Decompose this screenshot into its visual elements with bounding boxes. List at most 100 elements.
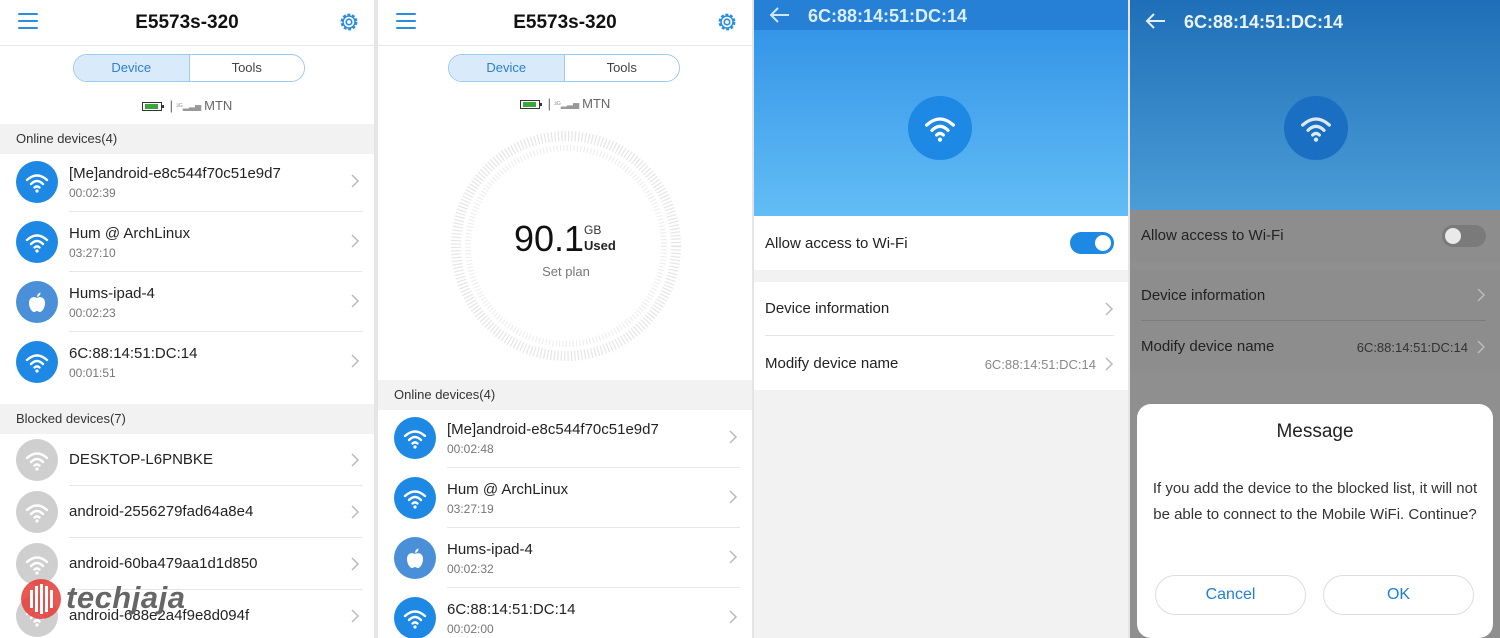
chevron-right-icon <box>351 557 359 571</box>
app-header: E5573s-320 <box>378 0 752 46</box>
connection-time: 00:02:48 <box>447 442 494 456</box>
modify-device-name-item[interactable]: Modify device name <box>765 355 898 372</box>
blocked-section-header: Blocked devices(7) <box>0 404 374 434</box>
divider <box>1141 320 1486 321</box>
device-options-card: Device information Modify device name 6C… <box>1130 270 1500 372</box>
data-usage-gauge[interactable]: 90.1 GB Used Set plan <box>450 130 682 362</box>
device-name: [Me]android-e8c544f70c51e9d7 <box>69 165 281 182</box>
network-name: MTN <box>204 98 233 113</box>
gear-icon[interactable] <box>338 11 360 33</box>
block-confirm-screen: 6C:88:14:51:DC:14 Allow access to Wi-Fi … <box>1130 0 1500 638</box>
chevron-right-icon <box>729 550 737 564</box>
tab-tools[interactable]: Tools <box>564 55 679 81</box>
allow-access-toggle[interactable] <box>1442 225 1486 247</box>
device-row[interactable]: Hums-ipad-4 00:02:32 <box>378 528 752 588</box>
cancel-button[interactable]: Cancel <box>1155 575 1306 615</box>
usage-screen: E5573s-320 Device Tools | ³ᴳ▂▃▅ MTN 90.1 G… <box>378 0 752 638</box>
router-title: E5573s-320 <box>135 12 239 33</box>
device-name: DESKTOP-L6PNBKE <box>69 451 213 468</box>
view-tabs: Device Tools <box>448 54 680 82</box>
device-row[interactable]: 6C:88:14:51:DC:14 00:01:51 <box>0 332 374 392</box>
wifi-icon <box>394 477 436 519</box>
connection-time: 00:02:39 <box>69 186 116 200</box>
chevron-right-icon <box>1105 357 1113 371</box>
message-dialog: Message If you add the device to the blo… <box>1137 404 1493 638</box>
chevron-right-icon <box>729 490 737 504</box>
connection-time: 03:27:10 <box>69 246 116 260</box>
device-row[interactable]: Hum @ ArchLinux 03:27:19 <box>378 468 752 528</box>
signal-icon: ³ᴳ▂▃▅ <box>176 102 202 112</box>
status-bar: | ³ᴳ▂▃▅ MTN <box>0 98 374 113</box>
allow-access-row: Allow access to Wi-Fi <box>754 216 1128 270</box>
device-row[interactable]: Hums-ipad-4 00:02:23 <box>0 272 374 332</box>
set-plan-link[interactable]: Set plan <box>450 264 682 279</box>
device-row[interactable]: Hum @ ArchLinux 03:27:10 <box>0 212 374 272</box>
connection-time: 00:02:23 <box>69 306 116 320</box>
ok-button[interactable]: OK <box>1323 575 1474 615</box>
device-name: android-2556279fad64a8e4 <box>69 503 254 520</box>
router-title: E5573s-320 <box>513 12 617 33</box>
device-title: 6C:88:14:51:DC:14 <box>1184 12 1344 32</box>
network-name: MTN <box>582 96 611 111</box>
chevron-right-icon <box>351 609 359 623</box>
device-name: Hum @ ArchLinux <box>69 225 191 242</box>
online-section-header: Online devices(4) <box>0 124 374 154</box>
wifi-icon <box>16 161 58 203</box>
device-wifi-icon <box>908 96 972 160</box>
device-name: [Me]android-e8c544f70c51e9d7 <box>447 421 659 438</box>
chevron-right-icon <box>351 294 359 308</box>
techjaja-logo-icon <box>21 579 61 619</box>
apple-icon <box>16 281 58 323</box>
tab-tools[interactable]: Tools <box>189 55 304 81</box>
wifi-icon <box>16 221 58 263</box>
wifi-icon <box>16 341 58 383</box>
device-name: Hums-ipad-4 <box>69 285 155 302</box>
chevron-right-icon <box>1477 288 1485 302</box>
app-header: E5573s-320 <box>0 0 374 46</box>
dialog-message: If you add the device to the blocked lis… <box>1152 480 1478 523</box>
chevron-right-icon <box>351 174 359 188</box>
apple-icon <box>394 537 436 579</box>
modify-device-name-item[interactable]: Modify device name <box>1141 338 1274 355</box>
chevron-right-icon <box>1477 340 1485 354</box>
device-row[interactable]: [Me]android-e8c544f70c51e9d7 00:02:39 <box>0 152 374 212</box>
battery-icon <box>141 102 164 112</box>
connection-time: 00:02:32 <box>447 562 494 576</box>
signal-icon: ³ᴳ▂▃▅ <box>554 100 580 110</box>
back-arrow-icon[interactable] <box>1144 12 1166 30</box>
device-row[interactable]: 6C:88:14:51:DC:14 00:02:00 <box>378 588 752 638</box>
device-name: Hums-ipad-4 <box>447 541 533 558</box>
usage-label: Used <box>584 238 616 253</box>
device-list-screen: E5573s-320 Device Tools | ³ᴳ▂▃▅ MTN Online… <box>0 0 374 638</box>
dialog-title: Message <box>1276 421 1354 442</box>
view-tabs: Device Tools <box>73 54 305 82</box>
device-information-item[interactable]: Device information <box>1141 287 1265 304</box>
device-detail-screen: 6C:88:14:51:DC:14 Allow access to Wi-Fi … <box>754 0 1128 638</box>
device-name-value: 6C:88:14:51:DC:14 <box>1356 340 1468 355</box>
device-row[interactable]: [Me]android-e8c544f70c51e9d7 00:02:48 <box>378 408 752 468</box>
divider <box>765 335 1114 336</box>
tab-device[interactable]: Device <box>449 55 565 81</box>
device-information-item[interactable]: Device information <box>765 300 889 317</box>
online-section-header: Online devices(4) <box>378 380 752 410</box>
gear-icon[interactable] <box>716 11 738 33</box>
device-name: android-60ba479aa1d1d850 <box>69 555 258 572</box>
allow-access-row: Allow access to Wi-Fi <box>1130 210 1500 262</box>
chevron-right-icon <box>729 610 737 624</box>
connection-time: 03:27:19 <box>447 502 494 516</box>
connection-time: 00:02:00 <box>447 622 494 636</box>
usage-value: 90.1 <box>514 218 585 259</box>
chevron-right-icon <box>351 453 359 467</box>
device-row[interactable]: android-2556279fad64a8e4 <box>0 486 374 538</box>
allow-access-toggle[interactable] <box>1070 232 1114 254</box>
top-bar: 6C:88:14:51:DC:14 <box>754 0 1128 30</box>
device-row[interactable]: DESKTOP-L6PNBKE <box>0 434 374 486</box>
back-arrow-icon[interactable] <box>768 6 790 24</box>
device-title: 6C:88:14:51:DC:14 <box>808 6 968 26</box>
chevron-right-icon <box>351 505 359 519</box>
chevron-right-icon <box>351 234 359 248</box>
watermark-logo: techjaja <box>14 576 194 626</box>
tab-device[interactable]: Device <box>74 55 190 81</box>
chevron-right-icon <box>1105 302 1113 316</box>
blocked-wifi-icon <box>16 491 58 533</box>
